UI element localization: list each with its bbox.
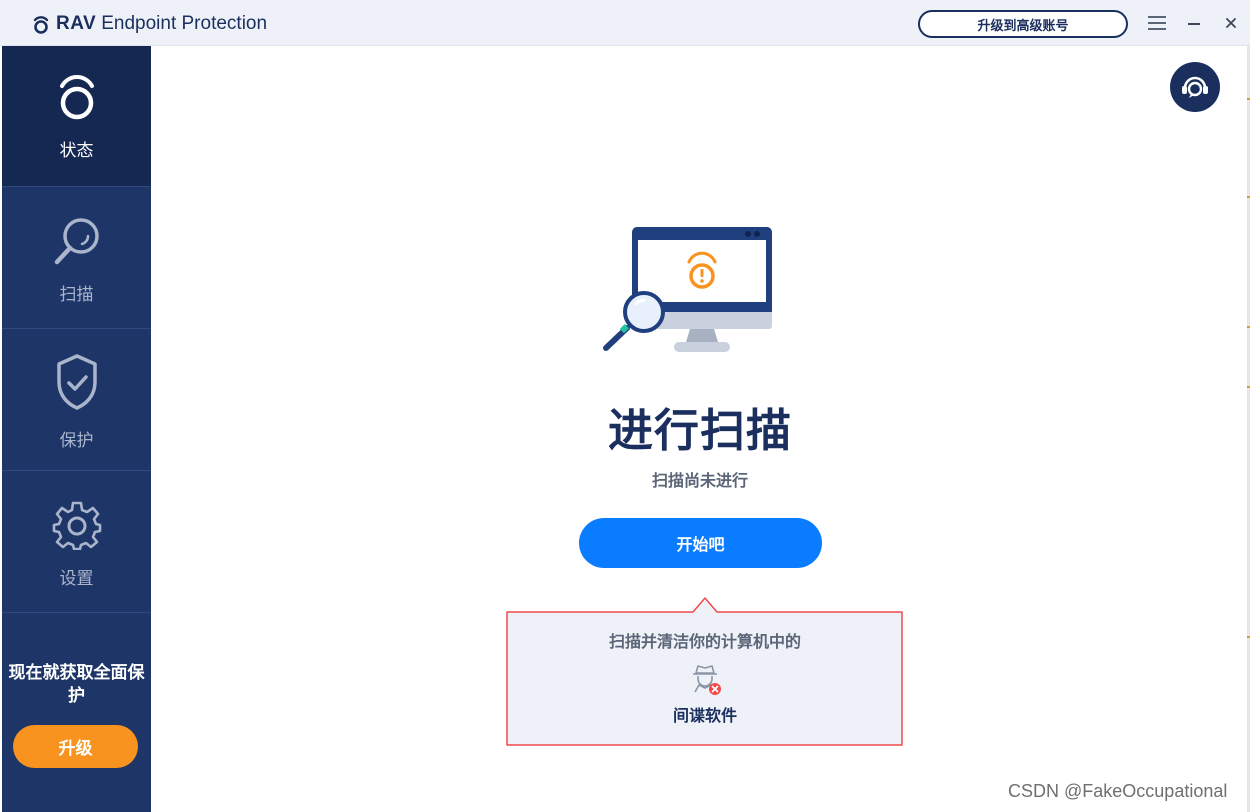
sidebar-item-scan[interactable]: 扫描 — [2, 188, 151, 329]
close-icon[interactable] — [1220, 12, 1242, 34]
title-bar: RAV Endpoint Protection 升级到高级账号 — [0, 0, 1250, 46]
sidebar-item-label: 保护 — [59, 431, 94, 451]
status-ring-icon — [59, 75, 94, 120]
sidebar-item-label: 设置 — [59, 569, 94, 589]
sidebar-item-status[interactable]: 状态 — [2, 46, 151, 187]
computer-scan-illustration — [603, 227, 772, 352]
magnifier-icon — [54, 218, 99, 265]
upgrade-account-button[interactable]: 升级到高级账号 — [918, 10, 1128, 38]
start-scan-button[interactable]: 开始吧 — [579, 518, 822, 568]
watermark: CSDN @FakeOccupational — [1008, 781, 1228, 801]
rav-logo-icon — [33, 16, 49, 34]
sidebar-item-label: 状态 — [59, 141, 94, 161]
menu-icon[interactable] — [1146, 12, 1168, 34]
sidebar-item-settings[interactable]: 设置 — [2, 472, 151, 613]
app-brand: RAV Endpoint Protection — [32, 11, 267, 37]
gear-icon — [52, 501, 101, 550]
app-title-strong: RAV — [56, 13, 97, 34]
support-button[interactable] — [1170, 62, 1220, 112]
minimize-icon[interactable] — [1183, 12, 1205, 34]
app-window: RAV Endpoint Protection 升级到高级账号 状态 扫描 保护… — [0, 0, 1250, 812]
scan-status-text: 扫描尚未进行 — [651, 471, 748, 490]
sidebar: 状态 扫描 保护 设置 现在就获取全面保护 升级 — [2, 46, 151, 812]
page-title: 进行扫描 — [607, 404, 792, 457]
tooltip-threat-label: 间谍软件 — [672, 706, 737, 725]
sidebar-item-protection[interactable]: 保护 — [2, 330, 151, 471]
upgrade-button[interactable]: 升级 — [13, 725, 138, 768]
tooltip-text: 扫描并清洁你的计算机中的 — [608, 632, 801, 651]
shield-check-icon — [56, 354, 97, 410]
spy-icon — [693, 665, 721, 695]
sidebar-item-label: 扫描 — [59, 285, 94, 305]
app-title-rest: Endpoint Protection — [101, 13, 268, 34]
promo-text: 现在就获取全面保护 — [8, 663, 145, 706]
headset-icon — [1182, 76, 1208, 98]
